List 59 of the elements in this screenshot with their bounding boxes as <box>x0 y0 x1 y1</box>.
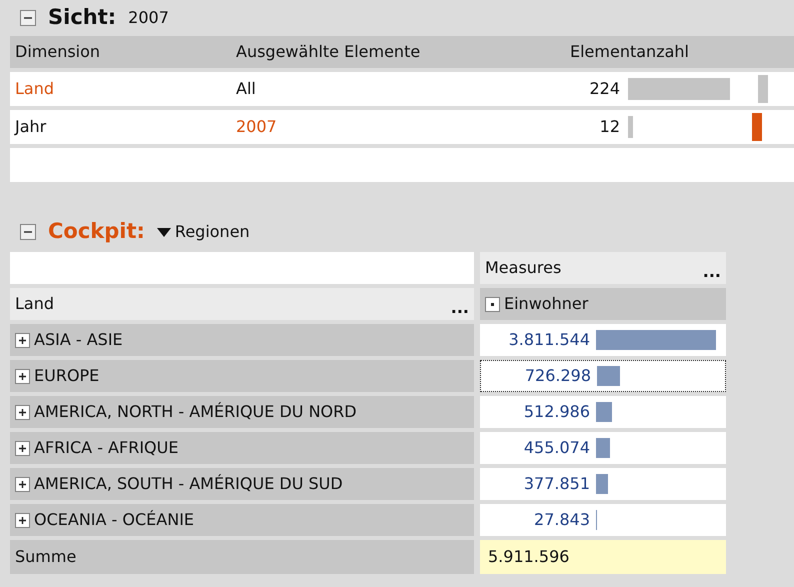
value-cell[interactable]: 512.986 <box>480 396 726 428</box>
view-dropdown[interactable]: Regionen <box>156 220 250 244</box>
expand-icon[interactable] <box>15 512 30 528</box>
value-text: 3.811.544 <box>508 329 590 351</box>
total-label-cell: Summe <box>10 540 474 574</box>
row-label-cell[interactable]: OCEANIA - OCÉANIE <box>10 504 474 536</box>
menu-button[interactable]: ... <box>702 260 721 284</box>
value-bar <box>596 438 610 458</box>
section-title: Sicht: <box>48 4 116 32</box>
value-cell[interactable]: 377.851 <box>480 468 726 500</box>
row-label-cell[interactable]: AMERICA, SOUTH - AMÉRIQUE DU SUD <box>10 468 474 500</box>
expand-icon[interactable] <box>15 332 30 348</box>
column-header: Elementanzahl <box>570 41 689 63</box>
region-label: ASIA - ASIE <box>34 329 123 351</box>
collapse-icon[interactable] <box>20 10 36 26</box>
selection-cell[interactable]: 2007 <box>236 115 570 139</box>
value-text: 377.851 <box>522 473 590 495</box>
row-header-label: Land <box>15 293 54 315</box>
dimension-cell[interactable]: Land <box>10 77 236 101</box>
value-text: 27.843 <box>533 509 590 531</box>
region-label: AMERICA, SOUTH - AMÉRIQUE DU SUD <box>34 473 343 495</box>
column-header: Dimension <box>14 41 102 63</box>
view-value: 2007 <box>128 7 169 29</box>
row-label-cell[interactable]: EUROPE <box>10 360 474 392</box>
row-label-cell[interactable]: AMERICA, NORTH - AMÉRIQUE DU NORD <box>10 396 474 428</box>
row-label-cell[interactable]: ASIA - ASIE <box>10 324 474 356</box>
region-label: AFRICA - AFRIQUE <box>34 437 178 459</box>
measure-icon[interactable] <box>485 296 500 312</box>
expand-icon[interactable] <box>15 476 30 492</box>
column-header-label: Measures <box>485 257 562 279</box>
selection-cell[interactable]: All <box>236 77 570 101</box>
expand-icon[interactable] <box>15 440 30 456</box>
value-bar <box>597 366 620 386</box>
region-label: AMERICA, NORTH - AMÉRIQUE DU NORD <box>34 401 357 423</box>
region-label: OCEANIA - OCÉANIE <box>34 509 194 531</box>
value-cell[interactable]: 726.298 <box>480 360 726 392</box>
row-label-cell[interactable]: AFRICA - AFRIQUE <box>10 432 474 464</box>
collapse-icon[interactable] <box>20 224 36 240</box>
value-cell[interactable]: 27.843 <box>480 504 726 536</box>
caret-icon <box>156 228 171 236</box>
value-bar <box>596 402 612 422</box>
total-value-cell: 5.911.596 <box>480 540 726 574</box>
measure-label: Einwohner <box>504 293 588 315</box>
count-cell-text: 224 <box>588 78 620 100</box>
expand-icon[interactable] <box>15 404 30 420</box>
region-label: EUROPE <box>34 365 100 387</box>
value-text: 726.298 <box>524 365 591 387</box>
expand-icon[interactable] <box>15 368 30 384</box>
value-cell[interactable]: 3.811.544 <box>480 324 726 356</box>
value-bar <box>596 474 608 494</box>
value-cell[interactable]: 455.074 <box>480 432 726 464</box>
dimension-cell[interactable]: Jahr <box>10 115 236 139</box>
count-cell-text: 12 <box>598 116 620 138</box>
value-text: 455.074 <box>522 437 590 459</box>
count-bar <box>628 116 634 138</box>
menu-button[interactable]: ... <box>450 296 469 320</box>
column-header: Ausgewählte Elemente <box>236 41 422 63</box>
value-text: 512.986 <box>522 401 590 423</box>
section-title: Cockpit: <box>48 218 145 246</box>
